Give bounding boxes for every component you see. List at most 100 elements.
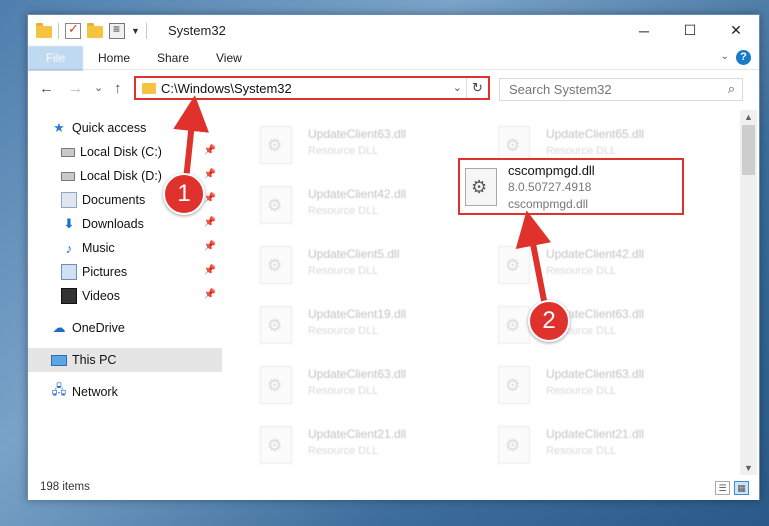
properties-check-icon[interactable] <box>65 21 81 39</box>
vertical-scrollbar[interactable]: ▲ ▼ <box>740 110 757 475</box>
highlighted-file-cscompmgd[interactable]: cscompmgd.dll 8.0.50727.4918 cscompmgd.d… <box>458 158 684 215</box>
sidebar-item-label: Local Disk (C:) <box>80 145 162 159</box>
navigation-pane: ★ Quick access Local Disk (C:) 📌 Local D… <box>28 110 222 475</box>
sidebar-item-pictures[interactable]: Pictures 📌 <box>28 260 222 284</box>
dll-file-icon <box>498 306 530 344</box>
scroll-up-arrow-icon[interactable]: ▲ <box>744 112 753 122</box>
pin-icon[interactable]: 📌 <box>204 289 216 300</box>
folder-icon <box>142 83 156 94</box>
disk-icon <box>61 147 75 157</box>
file-name: UpdateClient63.dll <box>308 127 407 141</box>
step-2-badge: 2 <box>528 300 570 342</box>
quick-access-toolbar: ▼ <box>36 21 147 40</box>
list-item[interactable]: UpdateClient63.dll Resource DLL <box>476 298 706 350</box>
minimize-button[interactable]: ─ <box>621 15 667 46</box>
tab-home[interactable]: Home <box>98 46 130 70</box>
file-name: UpdateClient63.dll <box>546 367 645 381</box>
sidebar-item-network[interactable]: 🖧 Network <box>28 380 222 404</box>
sidebar-item-onedrive[interactable]: ☁ OneDrive <box>28 316 222 340</box>
dll-file-icon <box>260 186 292 224</box>
search-box[interactable]: ⌕ <box>499 78 743 101</box>
file-name: UpdateClient63.dll <box>308 367 407 381</box>
file-description: Resource DLL <box>546 445 617 457</box>
scrollbar-thumb[interactable] <box>742 125 755 175</box>
sidebar-item-label: Downloads <box>82 217 144 231</box>
file-name: UpdateClient19.dll <box>308 307 407 321</box>
maximize-button[interactable]: ☐ <box>667 15 713 46</box>
customize-toolbar-chevron-icon[interactable]: ▼ <box>131 26 140 36</box>
navigation-bar: ← → ⌄ ↑ C:\Windows\System32 ⌄ ↻ ⌕ <box>28 71 759 106</box>
list-item[interactable]: UpdateClient21.dll Resource DLL <box>476 418 706 470</box>
tab-view[interactable]: View <box>216 46 242 70</box>
up-button[interactable]: ↑ <box>114 80 122 97</box>
forward-button[interactable]: → <box>68 80 83 97</box>
list-item[interactable]: UpdateClient63.dll Resource DLL <box>476 358 706 410</box>
sidebar-item-local-disk-c[interactable]: Local Disk (C:) 📌 <box>28 140 222 164</box>
list-item[interactable]: UpdateClient42.dll Resource DLL <box>238 178 468 230</box>
dll-file-icon <box>260 246 292 284</box>
new-folder-icon[interactable] <box>87 23 103 38</box>
large-icons-view-icon[interactable]: ▦ <box>734 481 749 495</box>
sidebar-item-label: Local Disk (D:) <box>80 169 162 183</box>
recent-locations-button[interactable]: ⌄ <box>94 81 103 94</box>
toolbar-divider <box>58 23 59 39</box>
back-button[interactable]: ← <box>39 80 54 97</box>
file-description: cscompmgd.dll <box>508 197 589 211</box>
this-pc-icon <box>51 354 67 366</box>
onedrive-icon: ☁ <box>52 320 66 335</box>
pictures-icon <box>61 264 77 280</box>
details-view-icon[interactable]: ☰ <box>715 481 730 495</box>
pin-icon[interactable]: 📌 <box>204 145 216 156</box>
sidebar-item-label: This PC <box>72 353 117 367</box>
file-name: cscompmgd.dll <box>508 163 595 178</box>
list-item[interactable]: UpdateClient63.dll Resource DLL <box>238 358 468 410</box>
file-description: Resource DLL <box>308 445 379 457</box>
list-item[interactable]: UpdateClient19.dll Resource DLL <box>238 298 468 350</box>
sidebar-item-label: Videos <box>82 289 120 303</box>
list-item[interactable]: UpdateClient42.dll Resource DLL <box>476 238 706 290</box>
list-item[interactable]: UpdateClient21.dll Resource DLL <box>238 418 468 470</box>
sidebar-item-videos[interactable]: Videos 📌 <box>28 284 222 308</box>
dll-file-icon <box>260 366 292 404</box>
sidebar-item-music[interactable]: ♪ Music 📌 <box>28 236 222 260</box>
view-toggle: ☰ ▦ <box>715 481 749 495</box>
file-name: UpdateClient21.dll <box>546 427 645 441</box>
disk-icon <box>61 171 75 181</box>
pin-icon[interactable]: 📌 <box>204 169 216 180</box>
expand-ribbon-chevron-icon[interactable]: ⌄ <box>721 51 729 62</box>
file-name: UpdateClient42.dll <box>308 187 407 201</box>
list-item[interactable]: UpdateClient5.dll Resource DLL <box>238 238 468 290</box>
refresh-button[interactable]: ↻ <box>466 78 488 98</box>
videos-icon <box>61 288 77 304</box>
folder-icon <box>36 23 52 38</box>
pin-icon[interactable]: 📌 <box>204 193 216 204</box>
item-count: 198 items <box>40 481 90 493</box>
dll-file-icon <box>260 426 292 464</box>
tab-share[interactable]: Share <box>157 46 189 70</box>
file-name: UpdateClient21.dll <box>308 427 407 441</box>
music-icon: ♪ <box>65 240 73 256</box>
pin-icon[interactable]: 📌 <box>204 241 216 252</box>
scroll-down-arrow-icon[interactable]: ▼ <box>744 463 753 473</box>
address-bar[interactable]: C:\Windows\System32 ⌄ ↻ <box>134 76 490 100</box>
file-description: Resource DLL <box>546 145 617 157</box>
sidebar-item-quick-access[interactable]: ★ Quick access <box>28 116 222 140</box>
address-path[interactable]: C:\Windows\System32 <box>161 81 292 96</box>
toolbar-divider <box>145 23 147 39</box>
address-history-chevron-icon[interactable]: ⌄ <box>453 81 462 94</box>
sidebar-item-label: OneDrive <box>72 321 125 335</box>
search-input[interactable] <box>500 79 710 100</box>
pin-icon[interactable]: 📌 <box>204 265 216 276</box>
close-button[interactable]: ✕ <box>713 15 759 46</box>
sidebar-item-label: Network <box>72 385 118 399</box>
properties-icon[interactable] <box>109 22 125 39</box>
pin-icon[interactable]: 📌 <box>204 217 216 228</box>
window-controls: ─ ☐ ✕ <box>621 15 759 46</box>
file-description: Resource DLL <box>546 265 617 277</box>
file-name: UpdateClient5.dll <box>308 247 400 261</box>
sidebar-item-downloads[interactable]: ⬇ Downloads 📌 <box>28 212 222 236</box>
sidebar-item-this-pc[interactable]: This PC <box>28 348 222 372</box>
file-description: Resource DLL <box>308 325 379 337</box>
help-icon[interactable]: ? <box>736 50 751 65</box>
list-item[interactable]: UpdateClient63.dll Resource DLL <box>238 118 468 170</box>
